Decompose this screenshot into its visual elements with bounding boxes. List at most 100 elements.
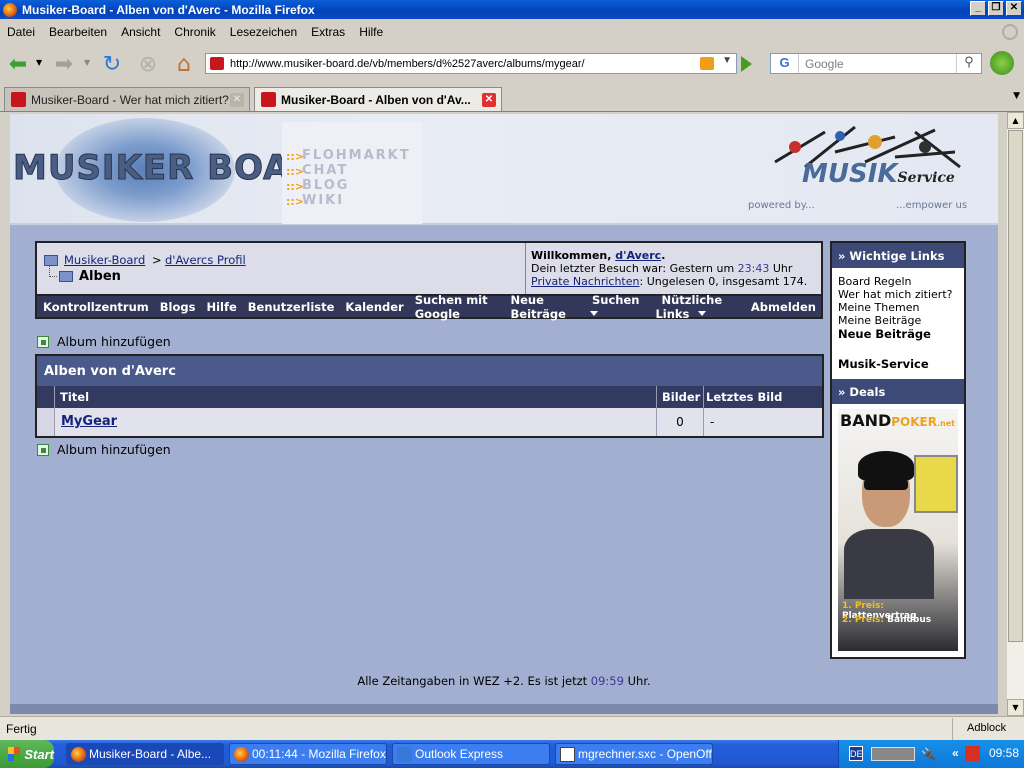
- battery-icon[interactable]: [871, 747, 915, 761]
- menu-extras[interactable]: Extras: [304, 25, 352, 39]
- empower-us-text: ...empower us: [896, 200, 968, 211]
- all-tabs-dropdown-icon[interactable]: ▼: [1013, 91, 1020, 101]
- scroll-down-icon[interactable]: ▼: [1007, 699, 1024, 716]
- search-input[interactable]: G Google ⚲: [770, 53, 982, 74]
- nav-kontrollzentrum[interactable]: Kontrollzentrum: [37, 300, 154, 314]
- addon-icon[interactable]: [990, 51, 1014, 75]
- taskbar-item-openoffice[interactable]: mgrechner.sxc - OpenOffi...: [555, 743, 713, 765]
- nav-benutzerliste[interactable]: Benutzerliste: [242, 300, 340, 314]
- nav-suchen[interactable]: Suchen: [580, 293, 649, 321]
- username-link[interactable]: d'Averc: [615, 249, 661, 262]
- breadcrumb-root-link[interactable]: Musiker-Board: [64, 253, 145, 267]
- title-bar: Musiker-Board - Alben von d'Averc - Mozi…: [0, 0, 1024, 19]
- nav-kalender[interactable]: Kalender: [339, 300, 408, 314]
- sidebar-link-meine-themen[interactable]: Meine Themen: [838, 301, 952, 314]
- minimize-button[interactable]: _: [970, 1, 986, 16]
- forward-dropdown-icon[interactable]: ▼: [84, 58, 90, 67]
- tab-wer-hat-mich-zitiert[interactable]: Musiker-Board - Wer hat mich zitiert? ✕: [4, 87, 250, 111]
- partner-logo[interactable]: MUSIKService: [802, 159, 955, 189]
- home-icon[interactable]: ⌂: [170, 50, 198, 78]
- status-bar: Fertig Adblock: [0, 716, 1024, 740]
- welcome-panel: Willkommen, d'Averc. Dein letzter Besuch…: [525, 243, 821, 294]
- nav-abmelden[interactable]: Abmelden: [745, 300, 821, 314]
- firefox-icon: [3, 2, 17, 17]
- taskbar-item-firefox-active[interactable]: Musiker-Board - Albe...: [66, 743, 224, 765]
- url-bar[interactable]: http://www.musiker-board.de/vb/members/d…: [205, 53, 737, 74]
- menu-ansicht[interactable]: Ansicht: [114, 25, 167, 39]
- sidebar-link-musik-service[interactable]: Musik-Service: [838, 358, 952, 371]
- window-title: Musiker-Board - Alben von d'Averc - Mozi…: [22, 2, 315, 17]
- firefox-icon: [234, 747, 249, 762]
- search-engine-icon[interactable]: G: [771, 54, 799, 73]
- banner-link-blog[interactable]: BLOG: [302, 178, 349, 193]
- nav-nuetzliche-links[interactable]: Nützliche Links: [649, 293, 744, 321]
- footer-suffix: Uhr.: [623, 674, 651, 688]
- bus-image: [914, 455, 958, 513]
- vertical-scrollbar[interactable]: ▲ ▼: [1007, 112, 1024, 716]
- close-tab-icon[interactable]: ✕: [230, 93, 244, 107]
- adblock-button[interactable]: Adblock: [952, 718, 1024, 740]
- clock: 09:58: [989, 746, 1020, 760]
- stop-icon[interactable]: ⊗: [134, 50, 162, 78]
- sidebar-link-board-regeln[interactable]: Board Regeln: [838, 275, 952, 288]
- taskbar-item-label: Musiker-Board - Albe...: [89, 747, 212, 761]
- menu-lesezeichen[interactable]: Lesezeichen: [223, 25, 304, 39]
- outlook-icon: [397, 747, 412, 762]
- column-header-titel[interactable]: Titel: [55, 386, 657, 408]
- menu-datei[interactable]: Datei: [0, 25, 42, 39]
- tab-alben[interactable]: Musiker-Board - Alben von d'Av... ✕: [254, 87, 502, 111]
- power-plug-icon[interactable]: 🔌: [921, 747, 936, 761]
- forward-icon[interactable]: ➡: [50, 50, 78, 78]
- reload-icon[interactable]: ↻: [98, 50, 126, 78]
- banner-link-wiki[interactable]: WIKI: [302, 193, 344, 208]
- nav-hilfe[interactable]: Hilfe: [200, 300, 241, 314]
- nav-neue-beitraege[interactable]: Neue Beiträge: [505, 293, 580, 321]
- sunglasses-image: [864, 479, 908, 490]
- search-icon[interactable]: ⚲: [956, 54, 981, 73]
- tray-app-icon[interactable]: [965, 746, 980, 761]
- nav-suchen-mit-google[interactable]: Suchen mit Google: [409, 293, 505, 321]
- show-hidden-icons-icon[interactable]: «: [952, 746, 959, 760]
- tab-label: Musiker-Board - Alben von d'Av...: [281, 92, 471, 107]
- sidebar-link-meine-beitraege[interactable]: Meine Beiträge: [838, 314, 952, 327]
- add-album-icon: [37, 335, 49, 348]
- close-tab-icon[interactable]: ✕: [482, 93, 496, 107]
- back-dropdown-icon[interactable]: ▼: [36, 58, 42, 67]
- menu-bearbeiten[interactable]: Bearbeiten: [42, 25, 114, 39]
- site-favicon-icon: [210, 57, 224, 70]
- close-window-button[interactable]: ✕: [1006, 1, 1022, 16]
- page-title: Alben: [79, 269, 121, 284]
- scroll-thumb[interactable]: [1008, 130, 1023, 642]
- add-album-button[interactable]: Album hinzufügen: [37, 334, 171, 349]
- language-indicator[interactable]: DE: [849, 746, 863, 761]
- menu-hilfe[interactable]: Hilfe: [352, 25, 390, 39]
- ad-logo-net: .net: [936, 419, 955, 428]
- status-text: Fertig: [6, 722, 37, 736]
- taskbar-item-outlook[interactable]: Outlook Express: [392, 743, 550, 765]
- banner-link-chat[interactable]: CHAT: [302, 163, 348, 178]
- start-button[interactable]: Start: [0, 740, 54, 768]
- url-text: http://www.musiker-board.de/vb/members/d…: [230, 57, 585, 70]
- system-tray: DE 🔌 « 09:58: [838, 740, 1024, 768]
- rss-feed-icon[interactable]: [700, 57, 714, 70]
- sidebar-link-wer-hat-mich-zitiert[interactable]: Wer hat mich zitiert?: [838, 288, 952, 301]
- banner-link-flohmarkt[interactable]: FLOHMARKT: [302, 148, 411, 163]
- column-header-bilder[interactable]: Bilder: [657, 386, 704, 408]
- breadcrumb-profile-link[interactable]: d'Avercs Profil: [165, 253, 246, 267]
- taskbar-item-firefox[interactable]: 00:11:44 - Mozilla Firefox: [229, 743, 387, 765]
- album-link[interactable]: MyGear: [61, 414, 117, 429]
- ad-logo-poker: POKER: [891, 415, 937, 429]
- menu-chronik[interactable]: Chronik: [167, 25, 222, 39]
- back-icon[interactable]: ⬅: [4, 50, 32, 78]
- sidebar-link-neue-beitraege[interactable]: Neue Beiträge: [838, 328, 952, 341]
- maximize-button[interactable]: ❐: [988, 1, 1004, 16]
- column-header-letztes-bild[interactable]: Letztes Bild: [704, 386, 822, 408]
- private-messages-link[interactable]: Private Nachrichten: [531, 275, 640, 288]
- url-dropdown-icon[interactable]: ▼: [722, 55, 732, 66]
- scroll-up-icon[interactable]: ▲: [1007, 112, 1024, 129]
- album-count: 0: [657, 408, 704, 436]
- bandpoker-ad[interactable]: BANDPOKER.net 1. Preis: Plattenvertrag 2…: [838, 409, 958, 651]
- add-album-button[interactable]: Album hinzufügen: [37, 442, 171, 457]
- nav-blogs[interactable]: Blogs: [154, 300, 201, 314]
- go-arrow-icon[interactable]: [741, 56, 752, 72]
